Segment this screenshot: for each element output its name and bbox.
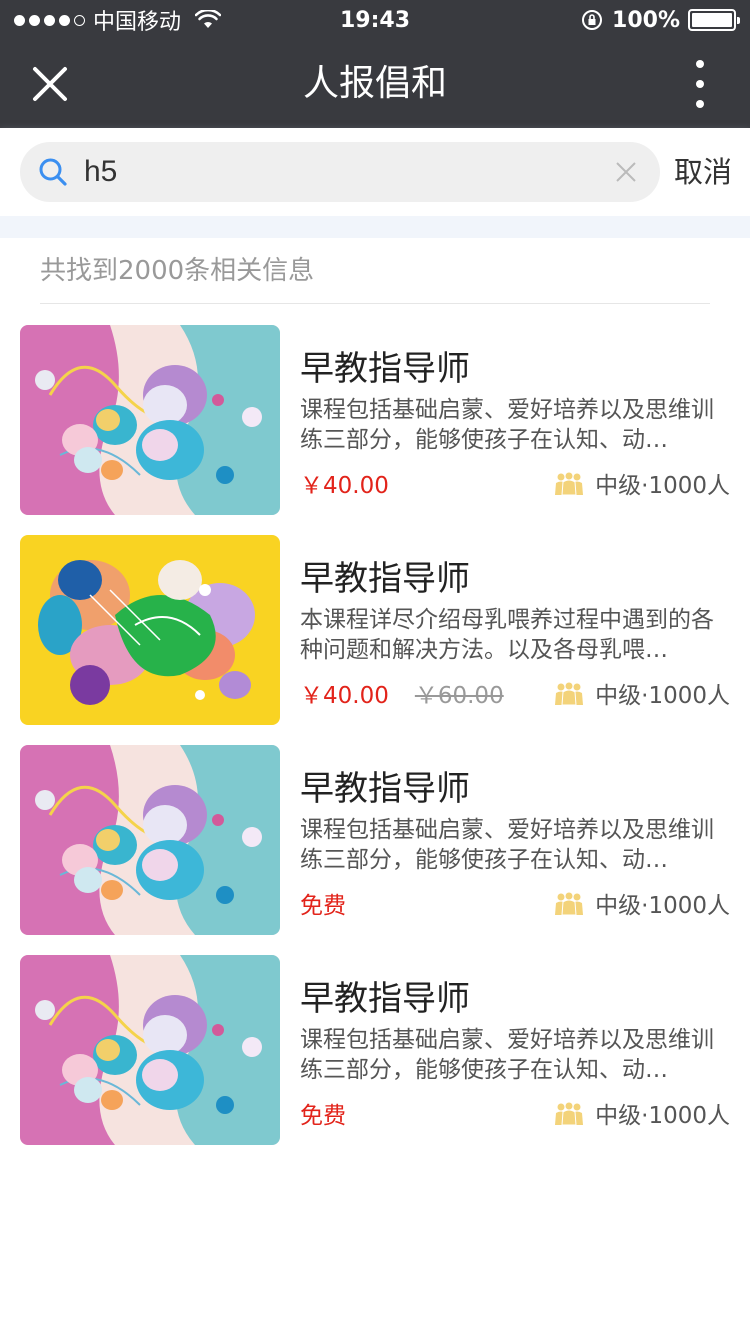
course-title: 早教指导师: [300, 979, 470, 1019]
course-price: ￥40.00: [300, 473, 389, 499]
search-input[interactable]: [84, 155, 614, 189]
battery-icon: [688, 9, 740, 31]
course-thumbnail: [20, 535, 280, 725]
list-item[interactable]: 早教指导师 课程包括基础启蒙、爱好培养以及思维训练三部分，能够使孩子在认知、动……: [0, 955, 750, 1145]
course-meta: 中级·1000人: [595, 893, 730, 919]
search-icon: [39, 158, 67, 186]
more-options-button[interactable]: [680, 58, 720, 110]
clear-icon[interactable]: [614, 160, 638, 184]
battery-percentage: 100%: [612, 7, 680, 33]
original-price: ￥60.00: [414, 683, 504, 709]
course-description: 课程包括基础启蒙、爱好培养以及思维训练三部分，能够使孩子在认知、动…: [300, 397, 714, 453]
navigation-bar: 人报倡和: [0, 40, 750, 128]
course-list: 早教指导师 课程包括基础启蒙、爱好培养以及思维训练三部分，能够使孩子在认知、动……: [0, 325, 750, 1165]
close-icon: [33, 67, 67, 101]
close-button[interactable]: [22, 56, 78, 112]
search-bar: 取消: [0, 128, 750, 216]
course-thumbnail: [20, 955, 280, 1145]
result-count: 共找到2000条相关信息: [40, 238, 710, 304]
section-divider: [0, 216, 750, 238]
course-thumbnail: [20, 745, 280, 935]
course-thumbnail: [20, 325, 280, 515]
course-title: 早教指导师: [300, 349, 470, 389]
people-icon: [555, 471, 584, 495]
course-price: 免费: [300, 893, 346, 919]
status-bar: 中国移动 19:43 100%: [0, 0, 750, 40]
people-icon: [555, 681, 584, 705]
signal-strength-icon: [14, 14, 85, 26]
orientation-lock-icon: [582, 10, 603, 30]
course-description: 本课程详尽介绍母乳喂养过程中遇到的各种问题和解决方法。以及各母乳喂…: [300, 607, 714, 663]
course-meta: 中级·1000人: [595, 473, 730, 499]
course-price: 免费: [300, 1103, 346, 1129]
list-item[interactable]: 早教指导师 课程包括基础启蒙、爱好培养以及思维训练三部分，能够使孩子在认知、动……: [0, 325, 750, 515]
course-price: ￥40.00: [300, 683, 389, 709]
course-description: 课程包括基础启蒙、爱好培养以及思维训练三部分，能够使孩子在认知、动…: [300, 817, 714, 873]
course-title: 早教指导师: [300, 769, 470, 809]
more-vertical-icon: [696, 60, 704, 68]
carrier-name: 中国移动: [93, 10, 182, 35]
list-item[interactable]: 早教指导师 本课程详尽介绍母乳喂养过程中遇到的各种问题和解决方法。以及各母乳喂……: [0, 535, 750, 725]
page-title: 人报倡和: [302, 63, 447, 104]
course-title: 早教指导师: [300, 559, 470, 599]
search-box[interactable]: [20, 142, 660, 202]
course-meta: 中级·1000人: [595, 683, 730, 709]
people-icon: [555, 891, 584, 915]
cancel-button[interactable]: 取消: [674, 128, 732, 216]
course-meta: 中级·1000人: [595, 1103, 730, 1129]
list-item[interactable]: 早教指导师 课程包括基础启蒙、爱好培养以及思维训练三部分，能够使孩子在认知、动……: [0, 745, 750, 935]
course-description: 课程包括基础启蒙、爱好培养以及思维训练三部分，能够使孩子在认知、动…: [300, 1027, 714, 1083]
wifi-icon: [195, 10, 222, 28]
people-icon: [555, 1101, 584, 1125]
